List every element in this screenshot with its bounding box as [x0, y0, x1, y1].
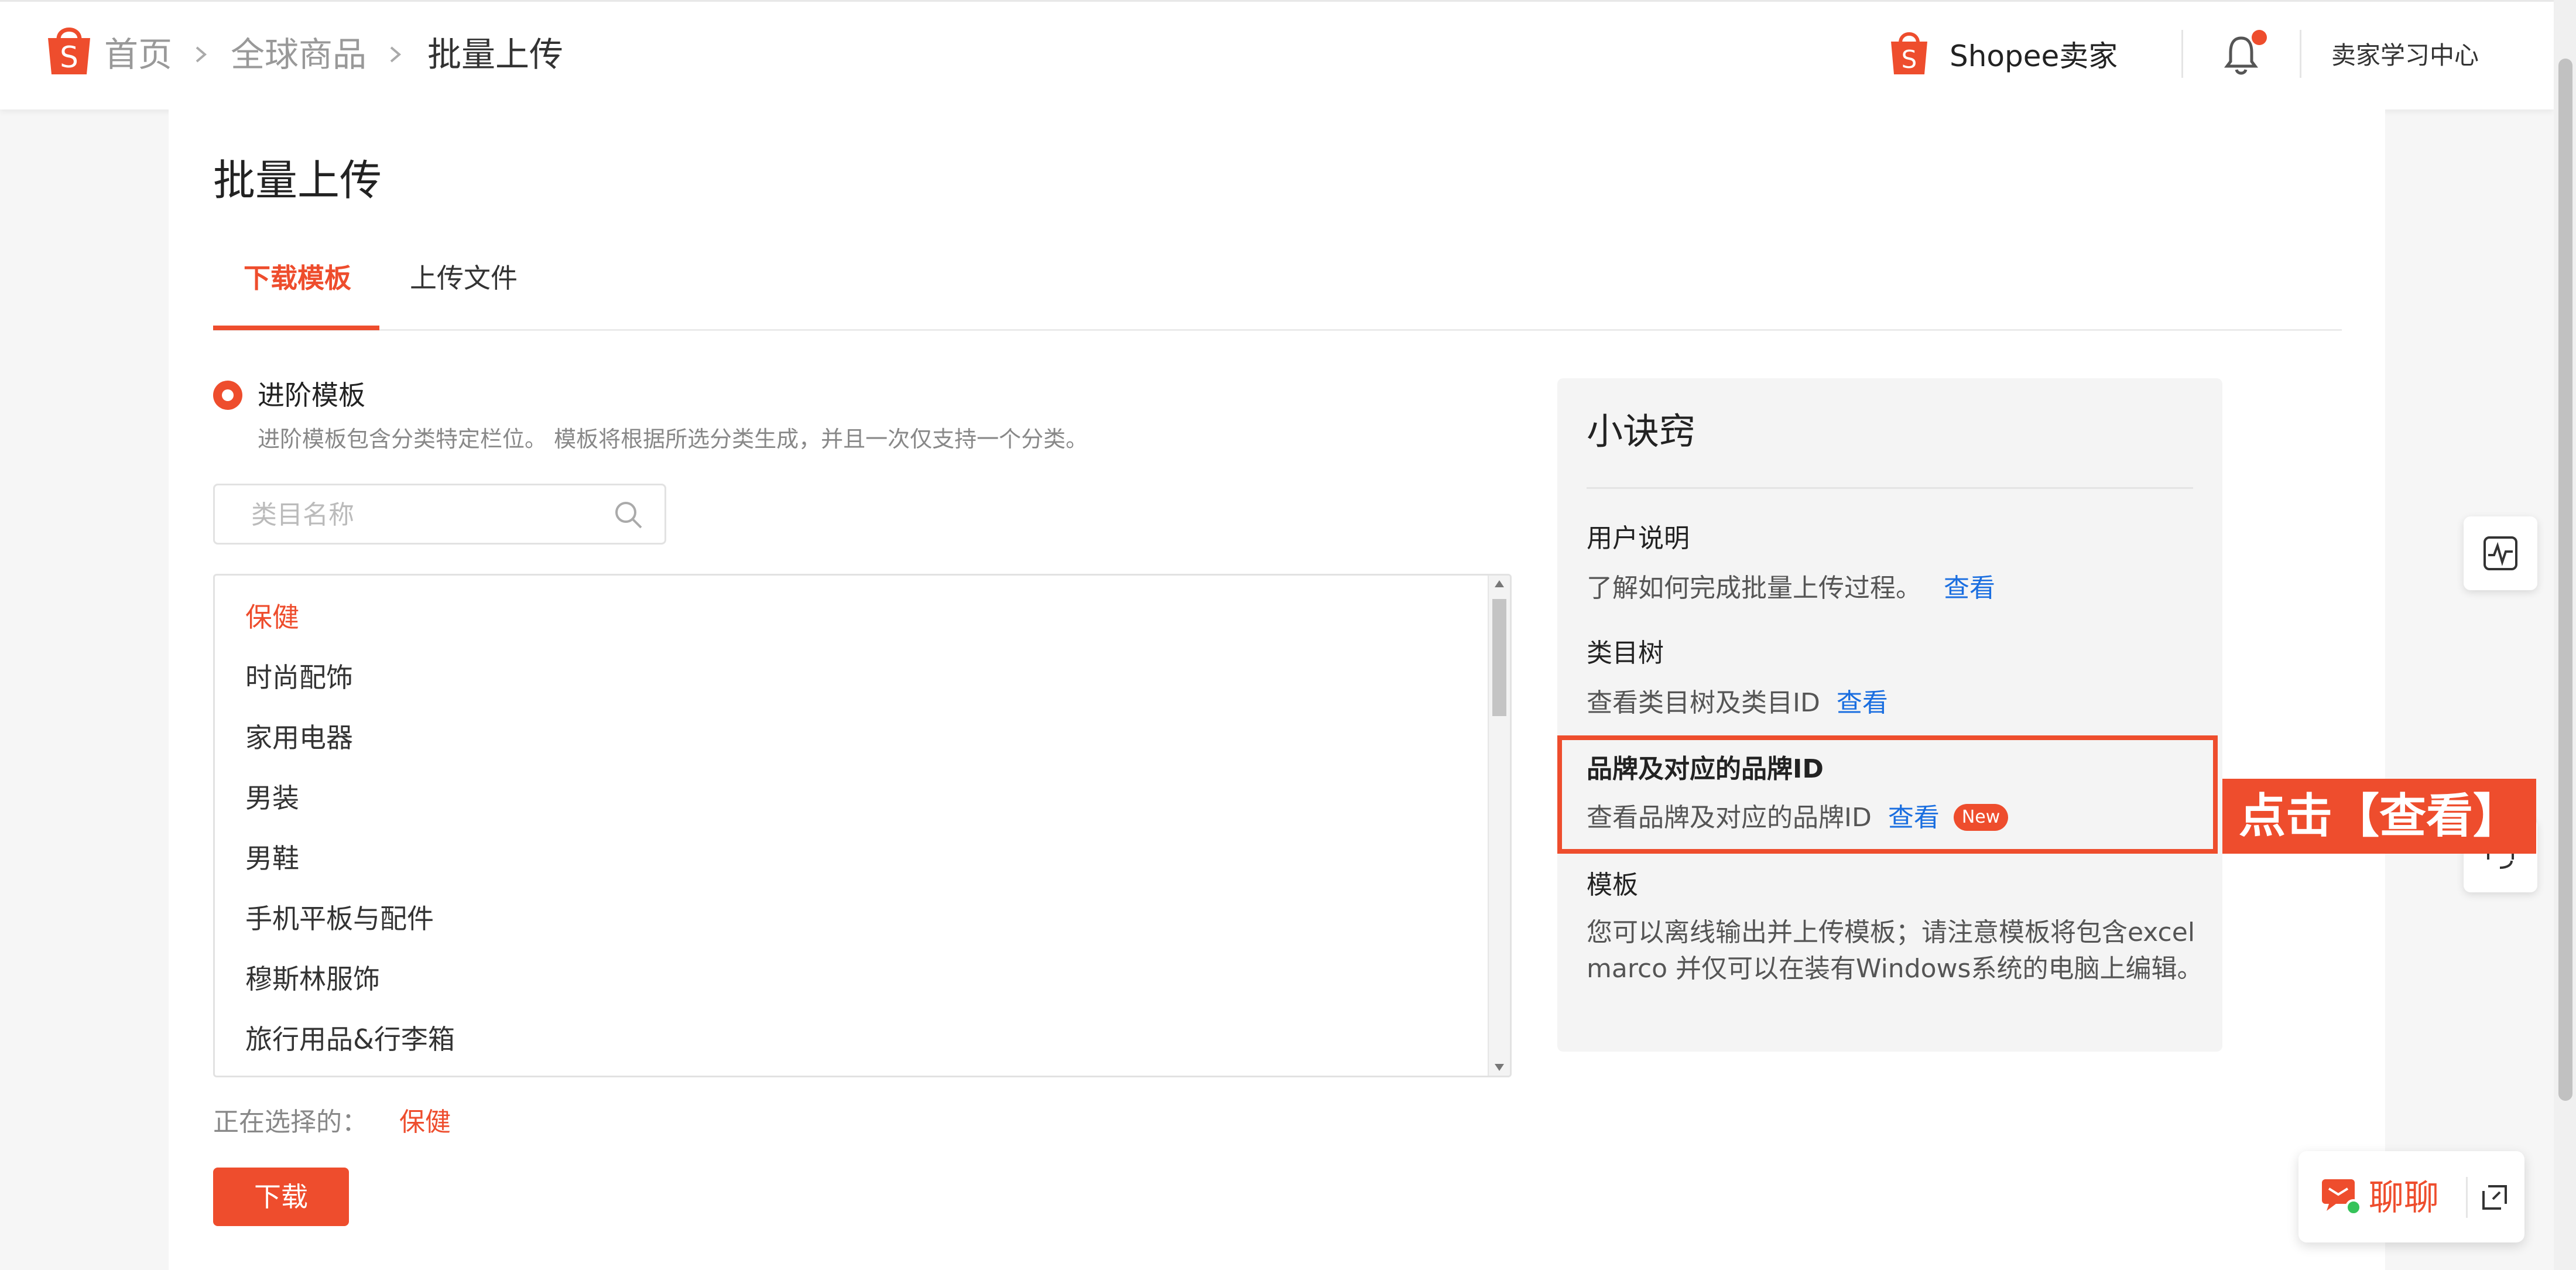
category-tree-view-link[interactable]: 查看 — [1837, 688, 1888, 718]
current-selection-value: 保健 — [399, 1107, 451, 1137]
download-button[interactable]: 下载 — [213, 1168, 349, 1226]
annotation-highlight-box — [1557, 735, 2218, 854]
activity-float-button[interactable] — [2464, 516, 2537, 590]
category-item[interactable]: 时尚配饰 — [245, 658, 353, 697]
category-item[interactable]: 男装 — [245, 779, 299, 817]
category-item[interactable]: 穆斯林服饰 — [245, 960, 380, 998]
tabs-divider — [213, 329, 2342, 331]
category-item[interactable]: 保健 — [245, 598, 299, 636]
tips-divider — [1587, 487, 2193, 489]
scroll-up-arrow-icon[interactable] — [1495, 580, 1504, 587]
tip-heading-category-tree: 类目树 — [1587, 638, 1664, 668]
category-list-scrollbar[interactable] — [1488, 576, 1510, 1076]
header-divider — [2181, 30, 2183, 78]
tip-text-template: 您可以离线输出并上传模板；请注意模板将包含excel marco 并仅可以在装有… — [1587, 918, 2203, 984]
seller-brand[interactable]: Shopee卖家 — [1950, 36, 2118, 77]
chat-icon — [2322, 1179, 2362, 1216]
category-item[interactable]: 家用电器 — [245, 718, 353, 757]
tab-upload-file[interactable]: 上传文件 — [410, 258, 518, 299]
category-search[interactable] — [213, 484, 666, 545]
expand-icon[interactable] — [2480, 1183, 2509, 1212]
page-title: 批量上传 — [213, 156, 382, 205]
breadcrumb-home[interactable]: 首页 — [104, 31, 172, 78]
tip-text-category-tree: 查看类目树及类目ID 查看 — [1587, 685, 1888, 721]
user-guide-view-link[interactable]: 查看 — [1944, 573, 1995, 603]
category-search-input[interactable] — [250, 496, 604, 533]
tip-heading-template: 模板 — [1587, 870, 1638, 900]
shopee-seller-logo-icon[interactable]: S — [1889, 28, 1930, 77]
tip-text: 查看类目树及类目ID — [1587, 688, 1820, 718]
notification-dot — [2252, 30, 2267, 45]
current-selection-label: 正在选择的： — [213, 1107, 368, 1137]
annotation-callout: 点击【查看】 — [2222, 779, 2536, 854]
category-list: 保健 时尚配饰 家用电器 男装 男鞋 手机平板与配件 穆斯林服饰 旅行用品&行李… — [213, 574, 1512, 1077]
chat-divider — [2466, 1177, 2468, 1218]
search-icon[interactable] — [612, 498, 645, 531]
scroll-down-arrow-icon[interactable] — [1495, 1064, 1504, 1071]
chat-widget[interactable]: 聊聊 — [2298, 1151, 2524, 1242]
tip-text: 了解如何完成批量上传过程。 — [1587, 573, 1921, 603]
category-item[interactable]: 旅行用品&行李箱 — [245, 1020, 455, 1059]
advanced-template-description: 进阶模板包含分类特定栏位。 模板将根据所选分类生成，并且一次仅支持一个分类。 — [258, 426, 1088, 452]
activity-icon — [2483, 536, 2517, 570]
advanced-template-label[interactable]: 进阶模板 — [258, 376, 365, 415]
tips-title: 小诀窍 — [1587, 410, 1696, 453]
svg-text:S: S — [60, 40, 78, 74]
chevron-right-icon — [196, 46, 207, 63]
page-scrollbar-thumb[interactable] — [2558, 59, 2572, 1101]
active-tab-indicator — [213, 326, 379, 330]
chevron-right-icon — [390, 46, 402, 63]
breadcrumb-global-products[interactable]: 全球商品 — [231, 31, 366, 78]
seller-learning-center-link[interactable]: 卖家学习中心 — [2331, 38, 2479, 73]
tip-heading-user-guide: 用户说明 — [1587, 523, 1690, 553]
svg-text:S: S — [1902, 45, 1917, 74]
shopee-logo-icon[interactable]: S — [44, 22, 94, 77]
tip-text-user-guide: 了解如何完成批量上传过程。 查看 — [1587, 570, 1995, 607]
tab-download-template[interactable]: 下载模板 — [244, 258, 351, 299]
category-item[interactable]: 手机平板与配件 — [245, 899, 434, 938]
category-item[interactable]: 男鞋 — [245, 839, 299, 878]
chat-label[interactable]: 聊聊 — [2369, 1175, 2439, 1221]
advanced-template-radio[interactable] — [213, 381, 242, 410]
top-header: S 首页 全球商品 批量上传 S Shopee卖家 卖家学习中心 — [0, 0, 2554, 109]
header-divider — [2300, 30, 2301, 78]
category-list-scroll-thumb[interactable] — [1492, 599, 1506, 716]
breadcrumb-current: 批量上传 — [427, 35, 564, 74]
